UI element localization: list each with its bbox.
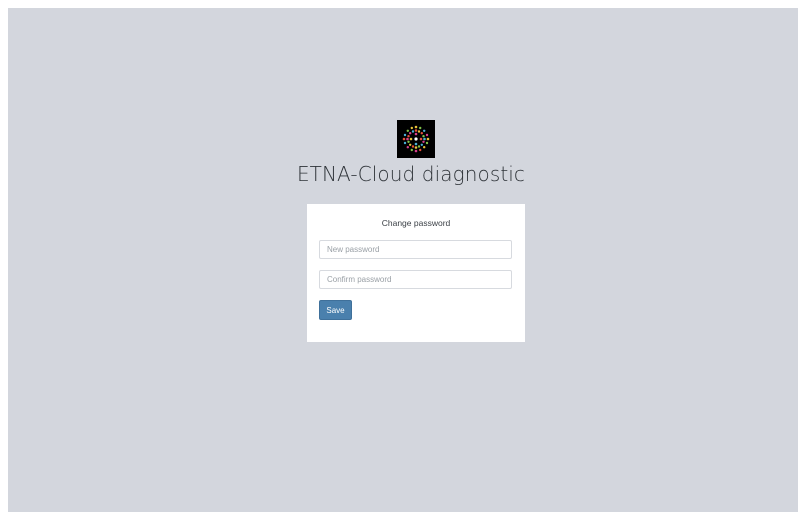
app-title: ETNA-Cloud diagnostic xyxy=(296,162,526,186)
new-password-input[interactable] xyxy=(319,240,512,259)
form-title: Change password xyxy=(381,218,451,228)
etna-logo-icon xyxy=(397,120,435,158)
confirm-password-input[interactable] xyxy=(319,270,512,289)
login-page: ETNA-Cloud diagnostic Change password Sa… xyxy=(8,8,798,512)
change-password-card: Change password Save xyxy=(307,204,525,342)
save-button[interactable]: Save xyxy=(319,300,352,320)
